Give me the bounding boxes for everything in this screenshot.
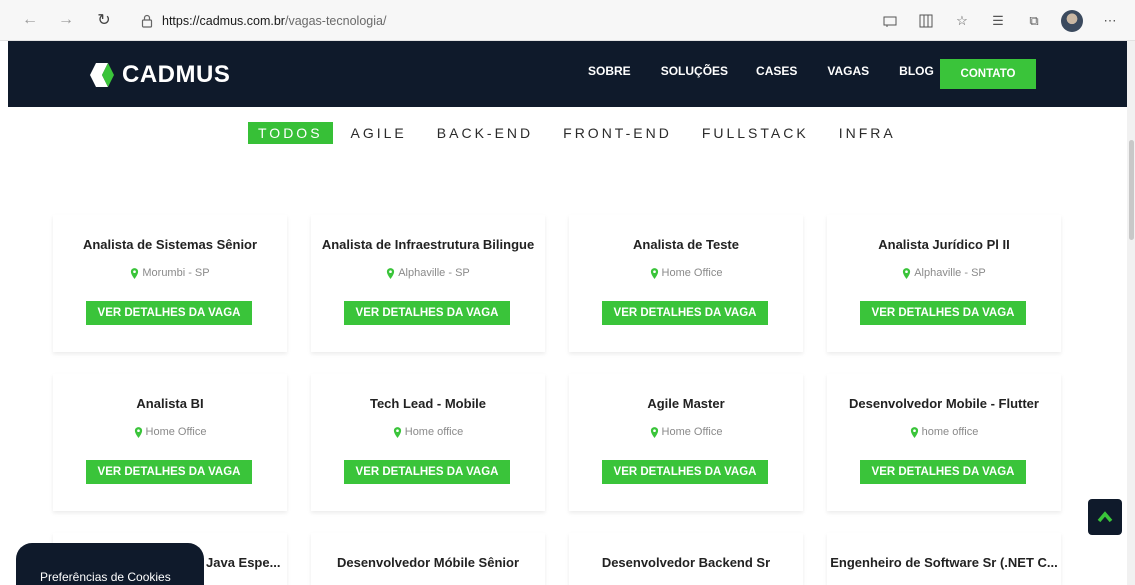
job-title[interactable]: Engenheiro de Software Sr (.NET C... [827,555,1061,570]
contact-button[interactable]: CONTATO [940,59,1036,89]
job-location-text: Home Office [661,267,723,279]
job-location: Home office [311,426,545,438]
job-title[interactable]: Analista Jurídico Pl II [827,237,1061,252]
job-card: Agile Master Home Office VER DETALHES DA… [569,374,803,511]
job-location: Alphaville - SP [827,267,1061,279]
job-details-button[interactable]: VER DETALHES DA VAGA [86,301,252,325]
job-details-button[interactable]: VER DETALHES DA VAGA [344,460,510,484]
job-title[interactable]: Analista de Sistemas Sênior [53,237,287,252]
cookie-preferences-button[interactable]: Preferências de Cookies [16,543,204,585]
logo-text: CADMUS [122,61,231,88]
job-title[interactable]: Tech Lead - Mobile [311,396,545,411]
job-location-text: Home Office [661,426,723,438]
more-options-icon[interactable]: ⋯ [1101,12,1119,30]
scrollbar-thumb[interactable] [1129,140,1134,240]
job-title[interactable]: Analista de Teste [569,237,803,252]
job-card: Analista Jurídico Pl II Alphaville - SP … [827,215,1061,352]
job-location-text: Alphaville - SP [914,267,986,279]
job-card: Desenvolvedor Móbile Sênior [311,533,545,585]
job-location: Morumbi - SP [53,267,287,279]
menu-solucoes[interactable]: SOLUÇÕES [661,64,728,78]
menu-blog[interactable]: BLOG [899,64,934,78]
job-card: Analista de Sistemas Sênior Morumbi - SP… [53,215,287,352]
job-details-button[interactable]: VER DETALHES DA VAGA [602,301,768,325]
job-location: home office [827,426,1061,438]
job-title[interactable]: Agile Master [569,396,803,411]
logo[interactable]: CADMUS [88,61,230,89]
forward-icon[interactable]: → [56,10,76,30]
job-filters: TODOS AGILE BACK-END FRONT-END FULLSTACK… [248,122,926,144]
job-location-text: Home Office [145,426,207,438]
filter-back-end[interactable]: BACK-END [437,122,533,144]
job-card: Analista BI Home Office VER DETALHES DA … [53,374,287,511]
job-title[interactable]: Analista de Infraestrutura Bilingue [311,237,545,252]
back-icon[interactable]: ← [20,10,40,30]
job-title[interactable]: Desenvolvedor Backend Sr [569,555,803,570]
job-title[interactable]: Desenvolvedor Mobile - Flutter [827,396,1061,411]
url-host: https://cadmus.com.br [162,14,285,28]
job-card: Analista de Teste Home Office VER DETALH… [569,215,803,352]
map-pin-icon [393,426,401,438]
job-location: Home Office [53,426,287,438]
job-card: Analista de Infraestrutura Bilingue Alph… [311,215,545,352]
job-details-button[interactable]: VER DETALHES DA VAGA [86,460,252,484]
job-title[interactable]: Desenvolvedor Móbile Sênior [311,555,545,570]
filter-todos[interactable]: TODOS [248,122,333,144]
map-pin-icon [910,426,918,438]
add-favorite-icon[interactable]: ☆ [953,12,971,30]
job-card: Desenvolvedor Backend Sr [569,533,803,585]
job-location-text: Home office [404,426,464,438]
job-location: Alphaville - SP [311,267,545,279]
map-pin-icon [650,267,658,279]
back-to-top-button[interactable] [1088,499,1122,535]
main-menu: SOBRE SOLUÇÕES CASES VAGAS BLOG [588,64,964,78]
job-location: Home Office [569,267,803,279]
browser-toolbar: ← → ↻ https://cadmus.com.br/vagas-tecnol… [0,0,1135,41]
map-pin-icon [387,267,395,279]
filter-front-end[interactable]: FRONT-END [563,122,672,144]
menu-sobre[interactable]: SOBRE [588,64,631,78]
job-location: Home Office [569,426,803,438]
filter-fullstack[interactable]: FULLSTACK [702,122,809,144]
job-title[interactable]: Analista BI [53,396,287,411]
favorites-icon[interactable]: ☰ [989,12,1007,30]
job-details-button[interactable]: VER DETALHES DA VAGA [602,460,768,484]
filter-agile[interactable]: AGILE [351,122,407,144]
url-path: /vagas-tecnologia/ [284,14,387,28]
map-pin-icon [134,426,142,438]
job-location-text: Morumbi - SP [142,267,210,279]
collections-icon[interactable]: ⧉ [1025,12,1043,30]
address-bar[interactable]: https://cadmus.com.br/vagas-tecnologia/ [128,9,606,33]
scrollbar[interactable] [1127,41,1135,585]
job-location-text: home office [921,426,979,438]
reading-view-icon[interactable] [881,12,899,30]
job-card: Desenvolvedor Mobile - Flutter home offi… [827,374,1061,511]
menu-cases[interactable]: CASES [756,64,797,78]
job-details-button[interactable]: VER DETALHES DA VAGA [860,301,1026,325]
profile-avatar[interactable] [1061,10,1083,32]
job-details-button[interactable]: VER DETALHES DA VAGA [344,301,510,325]
map-pin-icon [903,267,911,279]
cadmus-logo-icon [90,63,114,87]
chevron-up-icon [1097,511,1113,523]
map-pin-icon [131,267,139,279]
apps-icon[interactable] [917,12,935,30]
job-title[interactable]: Java Espe... [206,555,286,570]
job-card: Engenheiro de Software Sr (.NET C... [827,533,1061,585]
job-location-text: Alphaville - SP [398,267,470,279]
site-header: CADMUS SOBRE SOLUÇÕES CASES VAGAS BLOG C… [8,41,1127,107]
filter-infra[interactable]: INFRA [839,122,896,144]
job-details-button[interactable]: VER DETALHES DA VAGA [860,460,1026,484]
lock-icon [141,14,153,28]
menu-vagas[interactable]: VAGAS [827,64,869,78]
map-pin-icon [650,426,658,438]
cookie-preferences-label: Preferências de Cookies [40,570,171,584]
job-card: Tech Lead - Mobile Home office VER DETAL… [311,374,545,511]
refresh-icon[interactable]: ↻ [94,10,114,30]
